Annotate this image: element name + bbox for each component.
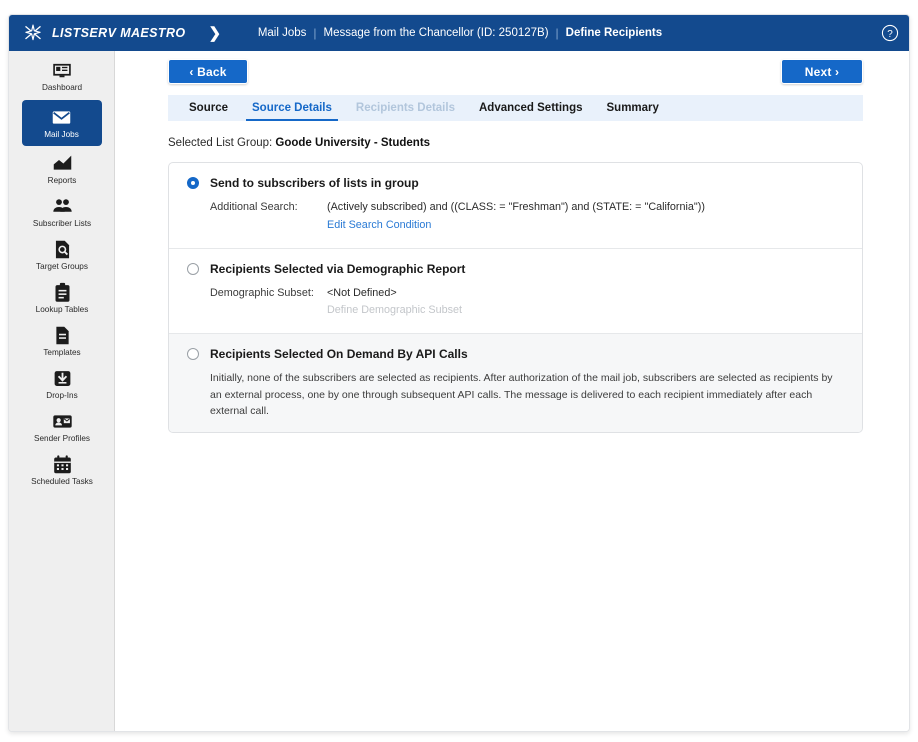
sidebar-item-mail-jobs[interactable]: Mail Jobs (21, 100, 102, 146)
app-window: LISTSERV MAESTRO ❯ Mail Jobs | Message f… (8, 14, 910, 732)
option-title: Send to subscribers of lists in group (210, 176, 419, 190)
option-title: Recipients Selected On Demand By API Cal… (210, 347, 468, 362)
sidebar-item-lookup-tables[interactable]: Lookup Tables (9, 277, 115, 320)
brand-name: LISTSERV MAESTRO (52, 26, 186, 40)
sidebar-item-dashboard[interactable]: Dashboard (9, 55, 115, 98)
demographic-subset-label: Demographic Subset: (210, 286, 314, 299)
edit-search-condition-link[interactable]: Edit Search Condition (327, 217, 431, 235)
envelope-icon (51, 107, 72, 128)
document-search-icon (52, 239, 73, 260)
download-box-icon (52, 368, 73, 389)
option-send-to-subscribers: Send to subscribers of lists in group Ad… (169, 163, 862, 248)
listserv-logo-icon (25, 24, 41, 41)
back-button[interactable]: ‹ Back (168, 59, 248, 84)
radio-send-to-subscribers[interactable] (187, 177, 199, 189)
additional-search-value: (Actively subscribed) and ((CLASS: = "Fr… (327, 201, 705, 213)
selected-list-group: Selected List Group: Goode University - … (168, 137, 863, 149)
sidebar-item-drop-ins[interactable]: Drop-Ins (9, 363, 115, 406)
wizard-tab-strip: Source Source Details Recipients Details… (168, 95, 863, 121)
selected-list-group-value: Goode University - Students (275, 137, 431, 149)
sidebar-item-label: Templates (43, 348, 81, 358)
option-header[interactable]: Recipients Selected On Demand By API Cal… (169, 347, 862, 361)
sidebar-item-label: Target Groups (36, 262, 88, 272)
file-lines-icon (52, 325, 73, 346)
sidebar-item-reports[interactable]: Reports (9, 148, 115, 191)
brand-chevron-icon[interactable]: ❯ (209, 24, 222, 42)
demographic-subset-row: Demographic Subset: <Not Defined> (210, 285, 862, 303)
recipient-source-panel: Send to subscribers of lists in group Ad… (168, 162, 863, 434)
breadcrumb-item-mail-jobs[interactable]: Mail Jobs (258, 27, 307, 39)
sidebar-item-sender-profiles[interactable]: Sender Profiles (9, 406, 115, 449)
option-header[interactable]: Send to subscribers of lists in group (169, 176, 862, 190)
brand-block[interactable]: LISTSERV MAESTRO ❯ (9, 23, 221, 43)
dashboard-icon (52, 60, 73, 81)
tab-source-details[interactable]: Source Details (240, 95, 344, 121)
breadcrumb-separator: | (555, 26, 559, 40)
tab-advanced-settings[interactable]: Advanced Settings (467, 95, 595, 121)
option-api-calls: Recipients Selected On Demand By API Cal… (169, 333, 862, 433)
option-demographic-report: Recipients Selected via Demographic Repo… (169, 247, 862, 334)
sidebar-item-label: Drop-Ins (46, 391, 78, 401)
sidebar-item-subscriber-lists[interactable]: Subscriber Lists (9, 191, 115, 234)
tab-summary[interactable]: Summary (595, 95, 671, 121)
id-card-icon (52, 411, 73, 432)
sidebar-item-target-groups[interactable]: Target Groups (9, 234, 115, 277)
radio-api-calls[interactable] (187, 348, 199, 361)
option-details: Additional Search: (Actively subscribed)… (169, 190, 862, 235)
sidebar-item-scheduled-tasks[interactable]: Scheduled Tasks (9, 449, 115, 492)
main-content-area: ‹ Back Next › Source Source Details Reci… (116, 51, 909, 731)
source-details-content: Selected List Group: Goode University - … (168, 121, 863, 434)
radio-demographic-report[interactable] (187, 262, 199, 275)
tab-recipients-details: Recipients Details (355, 102, 455, 114)
breadcrumb-separator: | (313, 26, 317, 40)
api-calls-description: Initially, none of the subscribers are s… (210, 372, 833, 417)
help-circle-icon[interactable]: ? (881, 24, 899, 42)
edit-search-condition-row: Edit Search Condition (210, 217, 862, 235)
sidebar-item-label: Dashboard (41, 83, 83, 93)
people-icon (52, 196, 73, 217)
additional-search-row: Additional Search: (Actively subscribed)… (210, 199, 862, 217)
breadcrumb-item-current: Define Recipients (565, 27, 663, 39)
sidebar-item-label: Mail Jobs (44, 129, 79, 139)
define-demographic-subset-row: Define Demographic Subset (210, 302, 862, 320)
additional-search-label: Additional Search: (210, 201, 298, 213)
svg-text:?: ? (887, 29, 893, 40)
sidebar-item-label: Scheduled Tasks (31, 477, 93, 487)
selected-list-group-label: Selected List Group: (168, 137, 273, 149)
wizard-button-row: ‹ Back Next › (116, 51, 909, 95)
sidebar-item-label: Reports (47, 176, 77, 186)
next-button[interactable]: Next › (781, 59, 863, 84)
option-header[interactable]: Recipients Selected via Demographic Repo… (169, 262, 862, 276)
demographic-subset-value: <Not Defined> (327, 286, 397, 299)
option-details: Demographic Subset: <Not Defined> Define… (169, 276, 862, 321)
top-header-bar: LISTSERV MAESTRO ❯ Mail Jobs | Message f… (9, 15, 909, 51)
sidebar-item-label: Subscriber Lists (32, 219, 92, 229)
sidebar-item-templates[interactable]: Templates (9, 320, 115, 363)
calendar-icon (52, 454, 73, 475)
sidebar: Dashboard Mail Jobs Reports Subscriber L… (9, 51, 115, 731)
sidebar-item-label: Lookup Tables (35, 305, 89, 315)
breadcrumb-item-mail-job-name[interactable]: Message from the Chancellor (ID: 250127B… (324, 27, 549, 39)
chart-icon (52, 153, 73, 174)
clipboard-icon (52, 282, 73, 303)
tab-source[interactable]: Source (177, 95, 240, 121)
option-title: Recipients Selected via Demographic Repo… (210, 261, 466, 276)
sidebar-item-label: Sender Profiles (34, 434, 90, 444)
define-demographic-subset-link: Define Demographic Subset (327, 304, 463, 317)
